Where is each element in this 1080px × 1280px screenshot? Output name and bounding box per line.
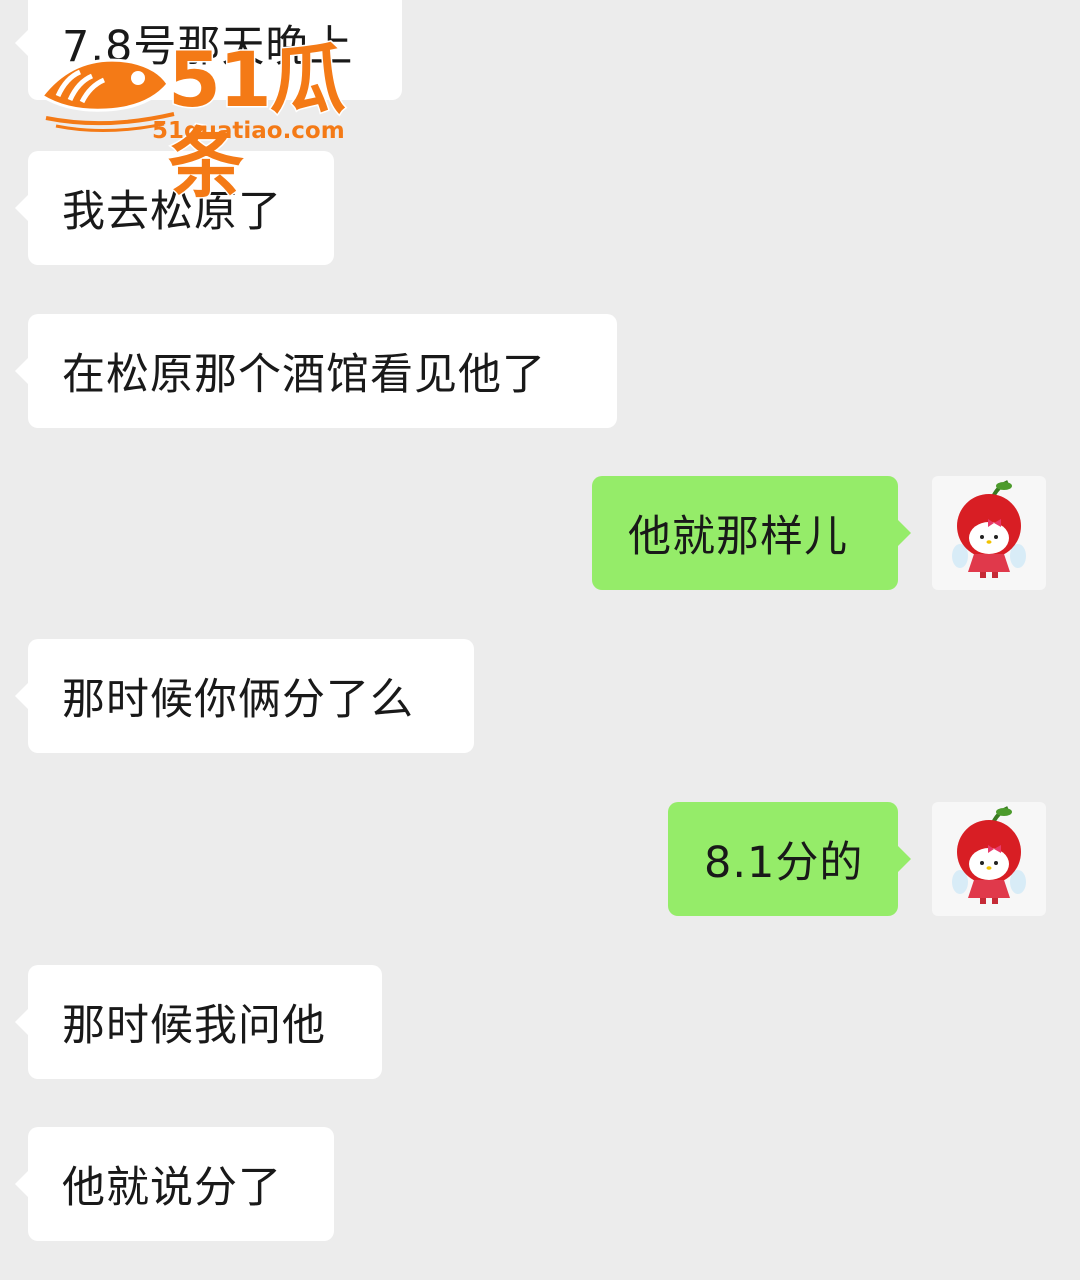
incoming-message-bubble[interactable]: 那时候你俩分了么	[15, 639, 474, 753]
message-text: 那时候你俩分了么	[62, 675, 414, 725]
outgoing-message-bubble[interactable]: 他就那样儿	[592, 476, 911, 590]
message-text: 他就那样儿	[628, 512, 848, 562]
incoming-message-bubble[interactable]: 在松原那个酒馆看见他了	[15, 314, 617, 428]
incoming-message-bubble[interactable]: 那时候我问他	[15, 965, 382, 1079]
cherry-kitty-avatar-icon	[952, 806, 1026, 904]
avatar[interactable]	[932, 802, 1046, 916]
cherry-kitty-avatar-icon	[952, 480, 1026, 578]
message-text: 在松原那个酒馆看见他了	[62, 350, 546, 400]
watermark-logo: 51瓜条 51guatiao.com	[36, 36, 416, 207]
avatar[interactable]	[932, 476, 1046, 590]
message-text: 那时候我问他	[62, 1001, 326, 1051]
watermark-url: 51guatiao.com	[152, 118, 345, 144]
message-text: 8.1分的	[704, 838, 864, 888]
incoming-message-bubble[interactable]: 他就说分了	[15, 1127, 334, 1241]
outgoing-message-bubble[interactable]: 8.1分的	[668, 802, 911, 916]
message-text: 他就说分了	[62, 1163, 282, 1213]
